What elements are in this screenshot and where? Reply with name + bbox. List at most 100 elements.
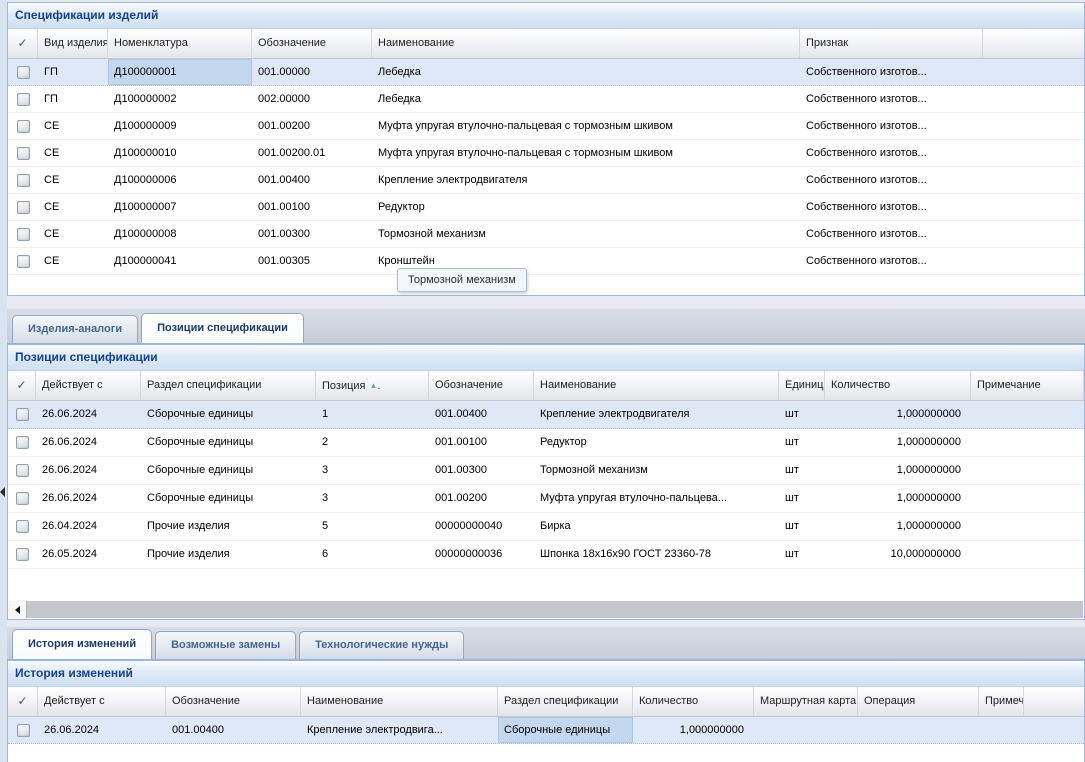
- table-cell[interactable]: СЕ: [38, 194, 108, 220]
- row-checkbox[interactable]: [17, 724, 30, 737]
- table-cell[interactable]: 26.05.2024: [36, 541, 141, 568]
- table-cell[interactable]: Муфта упругая втулочно-пальцевая с тормо…: [372, 113, 800, 139]
- row-checkbox[interactable]: [17, 255, 30, 268]
- table-cell[interactable]: 3: [316, 457, 429, 484]
- table-row[interactable]: СЕД100000009001.00200Муфта упругая втуло…: [8, 113, 1084, 140]
- row-checkbox[interactable]: [17, 93, 30, 106]
- column-header[interactable]: Наименование: [301, 687, 498, 716]
- table-row[interactable]: 26.06.2024Сборочные единицы1001.00400Кре…: [8, 401, 1084, 429]
- table-cell[interactable]: 00000000040: [429, 513, 534, 540]
- table-cell[interactable]: 26.04.2024: [36, 513, 141, 540]
- column-header[interactable]: Действует с: [38, 687, 166, 716]
- scroll-left-button[interactable]: [9, 601, 26, 618]
- table-cell[interactable]: 1,000000000: [825, 429, 971, 456]
- table-cell[interactable]: Тормозной механизм: [534, 457, 779, 484]
- table-cell[interactable]: 001.00300: [252, 221, 372, 247]
- table-cell[interactable]: Собственного изготов...: [800, 140, 983, 166]
- tab-possible-replacements[interactable]: Возможные замены: [155, 631, 296, 659]
- column-header[interactable]: Позиция▲.: [316, 371, 429, 400]
- table-cell[interactable]: Лебедка: [372, 59, 800, 85]
- table-cell[interactable]: Сборочные единицы: [141, 485, 316, 512]
- row-checkbox[interactable]: [16, 436, 29, 449]
- column-header[interactable]: Действует с: [36, 371, 141, 400]
- table-cell[interactable]: СЕ: [38, 113, 108, 139]
- column-header[interactable]: Номенклатура: [108, 29, 252, 58]
- table-cell[interactable]: Сборочные единицы: [141, 457, 316, 484]
- row-checkbox[interactable]: [16, 492, 29, 505]
- table-cell[interactable]: 001.00300: [429, 457, 534, 484]
- table-cell[interactable]: шт: [779, 513, 825, 540]
- table-cell[interactable]: шт: [779, 541, 825, 568]
- row-checkbox[interactable]: [17, 120, 30, 133]
- check-column-header[interactable]: ✓: [8, 29, 38, 58]
- column-header[interactable]: Количество: [825, 371, 971, 400]
- table-cell[interactable]: Собственного изготов...: [800, 86, 983, 112]
- table-cell[interactable]: Лебедка: [372, 86, 800, 112]
- row-checkbox[interactable]: [16, 464, 29, 477]
- table-cell[interactable]: шт: [779, 429, 825, 456]
- column-header[interactable]: Единица: [779, 371, 825, 400]
- tab-change-history[interactable]: История изменений: [12, 629, 152, 659]
- table-row[interactable]: 26.06.2024Сборочные единицы2001.00100Ред…: [8, 429, 1084, 457]
- table-cell[interactable]: шт: [779, 401, 825, 428]
- table-cell[interactable]: [971, 457, 1084, 484]
- row-checkbox[interactable]: [16, 548, 29, 561]
- check-column-header[interactable]: ✓: [8, 687, 38, 716]
- table-cell[interactable]: Собственного изготов...: [800, 113, 983, 139]
- table-cell[interactable]: Прочие изделия: [141, 541, 316, 568]
- column-header[interactable]: Обозначение: [252, 29, 372, 58]
- table-cell[interactable]: Собственного изготов...: [800, 194, 983, 220]
- column-header[interactable]: Наименование: [372, 29, 800, 58]
- collapse-arrow-icon[interactable]: [0, 487, 5, 497]
- table-cell[interactable]: Д100000006: [108, 167, 252, 193]
- table-row[interactable]: СЕД100000041001.00305КронштейнСобственно…: [8, 248, 1084, 275]
- table-row[interactable]: 26.04.2024Прочие изделия500000000040Бирк…: [8, 513, 1084, 541]
- table-cell[interactable]: Д100000009: [108, 113, 252, 139]
- table-cell[interactable]: 1: [316, 401, 429, 428]
- table-cell[interactable]: Д100000002: [108, 86, 252, 112]
- table-cell[interactable]: 001.00000: [252, 59, 372, 85]
- table-cell[interactable]: 26.06.2024: [36, 401, 141, 428]
- table-row[interactable]: ГПД100000001001.00000ЛебедкаСобственного…: [8, 59, 1084, 86]
- column-header[interactable]: Вид изделия: [38, 29, 108, 58]
- table-cell[interactable]: Крепление электродвига...: [301, 717, 498, 743]
- column-header[interactable]: Примечание: [979, 687, 1024, 716]
- table-cell[interactable]: 1,000000000: [633, 717, 754, 743]
- check-column-header[interactable]: ✓: [8, 371, 36, 400]
- column-header[interactable]: Операция: [858, 687, 979, 716]
- table-cell[interactable]: 2: [316, 429, 429, 456]
- table-row[interactable]: 26.06.2024Сборочные единицы3001.00200Муф…: [8, 485, 1084, 513]
- table-cell[interactable]: СЕ: [38, 167, 108, 193]
- table-row[interactable]: 26.06.2024001.00400Крепление электродвиг…: [8, 717, 1084, 744]
- column-header[interactable]: Обозначение: [166, 687, 301, 716]
- table-row[interactable]: 26.06.2024Сборочные единицы3001.00300Тор…: [8, 457, 1084, 485]
- table-cell[interactable]: 001.00200.01: [252, 140, 372, 166]
- table-cell[interactable]: 1,000000000: [825, 401, 971, 428]
- column-header[interactable]: Маршрутная карта: [754, 687, 858, 716]
- table-cell[interactable]: 26.06.2024: [36, 457, 141, 484]
- table-cell[interactable]: [754, 717, 858, 743]
- table-cell[interactable]: шт: [779, 457, 825, 484]
- table-cell[interactable]: 10,000000000: [825, 541, 971, 568]
- row-checkbox[interactable]: [17, 228, 30, 241]
- table-cell[interactable]: СЕ: [38, 221, 108, 247]
- scroll-thumb[interactable]: [26, 601, 1083, 618]
- table-cell[interactable]: Д100000001: [108, 59, 252, 85]
- row-checkbox[interactable]: [17, 174, 30, 187]
- row-checkbox[interactable]: [16, 408, 29, 421]
- table-cell[interactable]: Собственного изготов...: [800, 248, 983, 274]
- table-cell[interactable]: ГП: [38, 86, 108, 112]
- table-cell[interactable]: 1,000000000: [825, 513, 971, 540]
- column-header[interactable]: Количество: [633, 687, 754, 716]
- table-cell[interactable]: 3: [316, 485, 429, 512]
- table-cell[interactable]: 001.00200: [429, 485, 534, 512]
- table-cell[interactable]: 001.00400: [166, 717, 301, 743]
- table-cell[interactable]: Собственного изготов...: [800, 167, 983, 193]
- table-cell[interactable]: Сборочные единицы: [498, 717, 633, 743]
- row-checkbox[interactable]: [17, 66, 30, 79]
- table-cell[interactable]: [971, 541, 1084, 568]
- table-cell[interactable]: Д100000010: [108, 140, 252, 166]
- table-cell[interactable]: 00000000036: [429, 541, 534, 568]
- table-cell[interactable]: 001.00305: [252, 248, 372, 274]
- table-cell[interactable]: 5: [316, 513, 429, 540]
